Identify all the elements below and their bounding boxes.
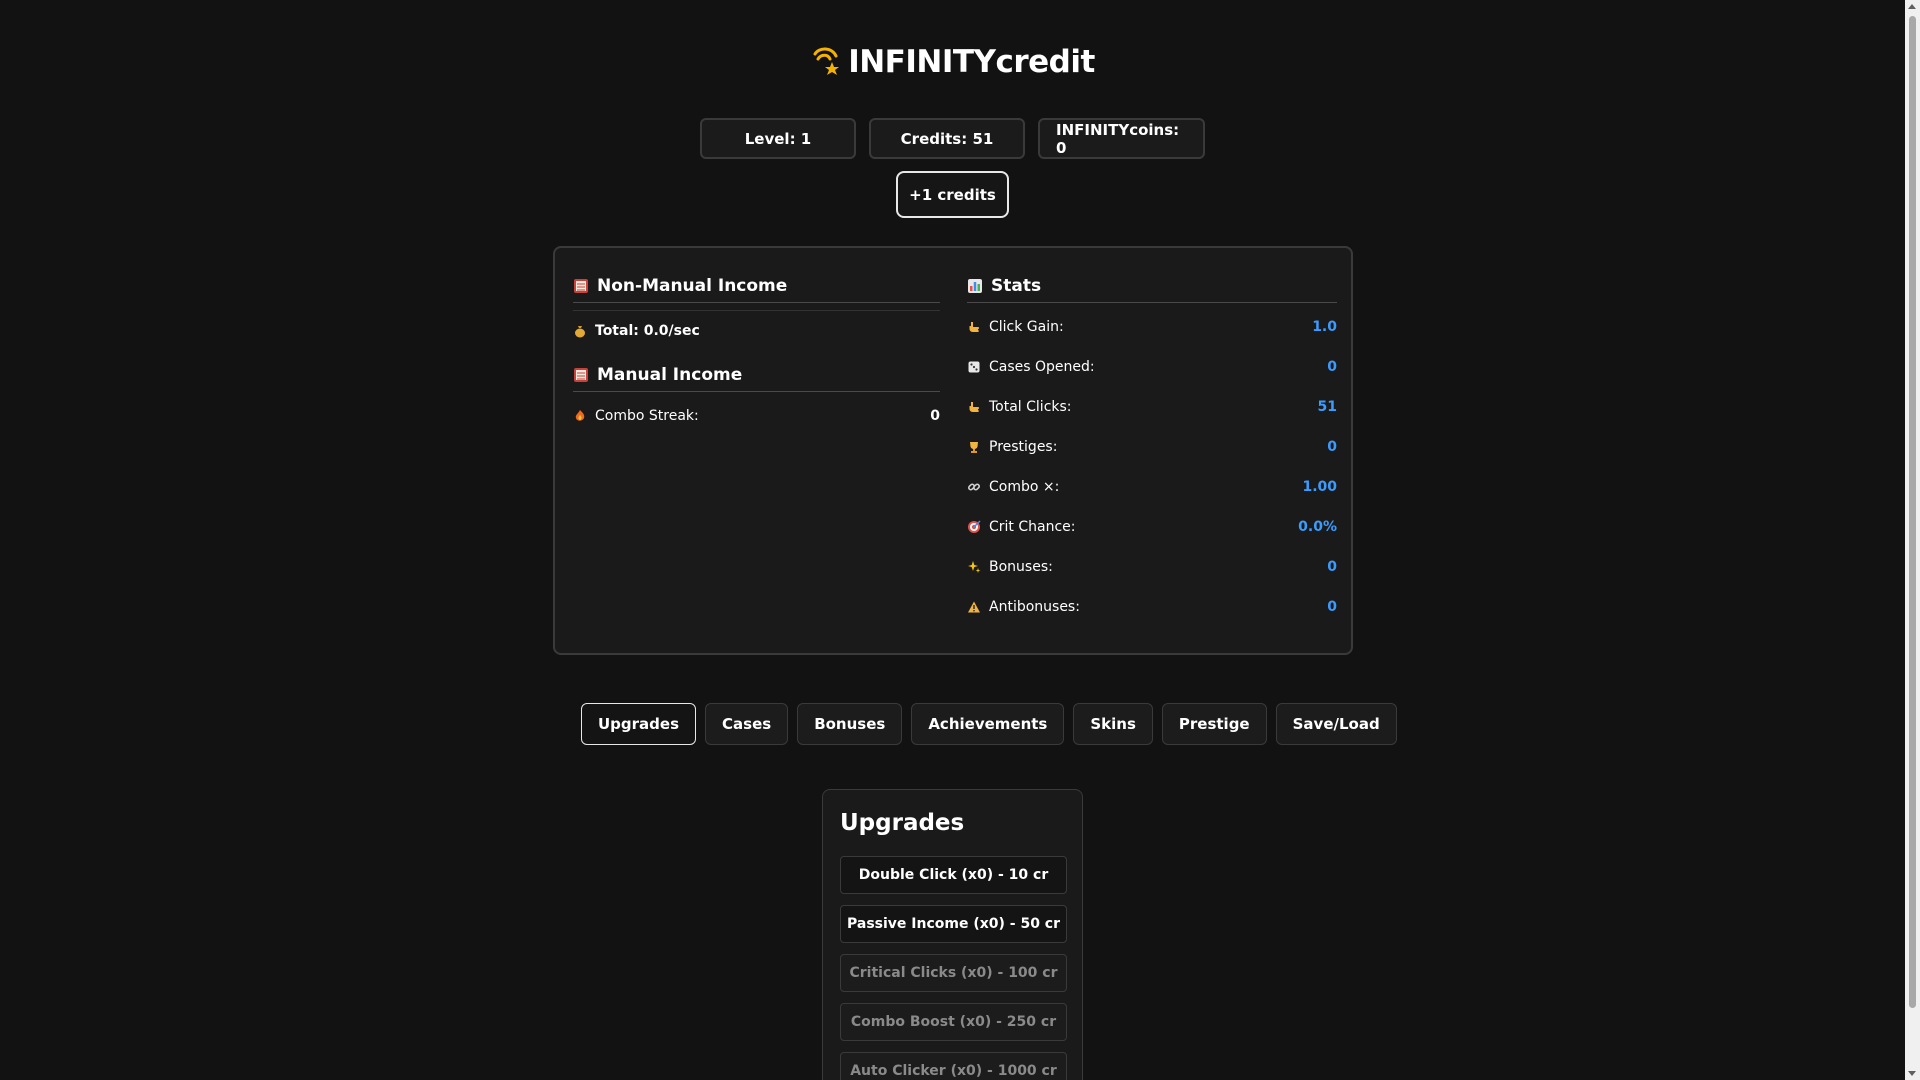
scroll-thumb[interactable] (1909, 16, 1916, 1008)
tab-prestige[interactable]: Prestige (1161, 703, 1267, 745)
tab-cases[interactable]: Cases (705, 703, 789, 745)
link-icon (967, 483, 981, 491)
non-manual-income-title: Non-Manual Income (597, 276, 788, 296)
stat-label: Crit Chance: (989, 519, 1076, 535)
upgrades-panel: Upgrades Double Click (x0) - 10 cr Passiv… (822, 789, 1083, 1080)
total-income-line: Total: 0.0/sec (573, 321, 940, 341)
upgrades-list: Double Click (x0) - 10 cr Passive Income … (840, 856, 1067, 1080)
stat-value: 0 (1327, 359, 1337, 375)
combo-streak-value: 0 (930, 408, 940, 424)
header-stats: Level: 1 Credits: 51 INFINITYcoins: 0 (0, 118, 1905, 159)
upgrade-button[interactable]: Critical Clicks (x0) - 100 cr (840, 954, 1067, 992)
tab-achievements[interactable]: Achievements (911, 703, 1065, 745)
stat-row: Click Gain: 1.0 (967, 307, 1337, 347)
stats-column: Stats Click Gain: 1.0 Cases Opened: 0 Total … (967, 276, 1337, 627)
ledger-icon (574, 279, 588, 293)
trophy-icon (970, 442, 978, 453)
stat-value: 1.0 (1312, 319, 1337, 335)
app-title-text: INFINITYcredit (848, 44, 1095, 80)
tab-bar: Upgrades Cases Bonuses Achievements Skins Pre… (581, 703, 1397, 745)
money-bag-icon (575, 326, 585, 338)
page: INFINITYcredit Level: 1 Credits: 51 INFI… (0, 0, 1905, 1080)
upgrade-button[interactable]: Double Click (x0) - 10 cr (840, 856, 1067, 894)
target-icon (968, 520, 981, 533)
fire-icon (575, 410, 585, 421)
credits-badge: Credits: 51 (869, 118, 1025, 159)
tab-bonuses[interactable]: Bonuses (797, 703, 903, 745)
sparkles-icon (968, 561, 981, 573)
scroll-up-arrow-icon[interactable] (1908, 4, 1916, 9)
income-stats-panel: Non-Manual Income Total: 0.0/sec Manual … (553, 246, 1353, 655)
stat-row: Prestiges: 0 (967, 427, 1337, 467)
stat-value: 0 (1327, 439, 1337, 455)
stats-list: Click Gain: 1.0 Cases Opened: 0 Total Clicks… (967, 307, 1337, 627)
page-scrollbar[interactable] (1905, 0, 1920, 1080)
stats-heading: Stats (967, 276, 1337, 303)
stat-value: 0 (1327, 559, 1337, 575)
stat-value: 1.00 (1302, 479, 1337, 495)
stat-value: 0.0% (1298, 519, 1337, 535)
total-income-text: Total: 0.0/sec (595, 323, 700, 339)
tab-skins[interactable]: Skins (1073, 703, 1153, 745)
tab-upgrades[interactable]: Upgrades (581, 703, 697, 745)
upgrade-button[interactable]: Passive Income (x0) - 50 cr (840, 905, 1067, 943)
stat-label: Click Gain: (989, 319, 1064, 335)
stat-row: Bonuses: 0 (967, 547, 1337, 587)
bar-chart-icon (968, 279, 982, 293)
manual-income-heading: Manual Income (573, 365, 940, 392)
shooting-star-icon (813, 47, 840, 75)
stat-label: Antibonuses: (989, 599, 1080, 615)
ledger-icon (574, 368, 588, 382)
scroll-down-arrow-icon[interactable] (1908, 1071, 1916, 1076)
pointing-hand-icon (969, 402, 980, 412)
warning-icon (968, 601, 980, 613)
income-column: Non-Manual Income Total: 0.0/sec Manual … (573, 276, 940, 426)
stat-row: Cases Opened: 0 (967, 347, 1337, 387)
upgrade-button[interactable]: Auto Clicker (x0) - 1000 cr (840, 1052, 1067, 1080)
divider (573, 303, 940, 311)
stat-row: Crit Chance: 0.0% (967, 507, 1337, 547)
combo-streak-line: Combo Streak: 0 (573, 406, 940, 426)
combo-streak-label: Combo Streak: (595, 408, 699, 424)
stat-row: Antibonuses: 0 (967, 587, 1337, 627)
stat-row: Total Clicks: 51 (967, 387, 1337, 427)
stat-value: 0 (1327, 599, 1337, 615)
stat-label: Total Clicks: (989, 399, 1072, 415)
dice-icon (968, 361, 980, 373)
stats-title: Stats (991, 276, 1042, 296)
coins-badge: INFINITYcoins: 0 (1038, 118, 1205, 159)
stat-label: Combo ×: (989, 479, 1060, 495)
pointing-hand-icon (969, 322, 980, 332)
stat-label: Prestiges: (989, 439, 1058, 455)
upgrade-button[interactable]: Combo Boost (x0) - 250 cr (840, 1003, 1067, 1041)
app-title: INFINITYcredit (0, 44, 1905, 80)
stat-row: Combo ×: 1.00 (967, 467, 1337, 507)
tab-save-load[interactable]: Save/Load (1275, 703, 1397, 745)
level-badge: Level: 1 (700, 118, 856, 159)
non-manual-income-heading: Non-Manual Income (573, 276, 940, 303)
upgrades-heading: Upgrades (840, 810, 965, 836)
manual-income-title: Manual Income (597, 365, 743, 385)
stat-value: 51 (1317, 399, 1337, 415)
stat-label: Bonuses: (989, 559, 1053, 575)
stat-label: Cases Opened: (989, 359, 1095, 375)
click-credits-button[interactable]: +1 credits (896, 171, 1009, 218)
